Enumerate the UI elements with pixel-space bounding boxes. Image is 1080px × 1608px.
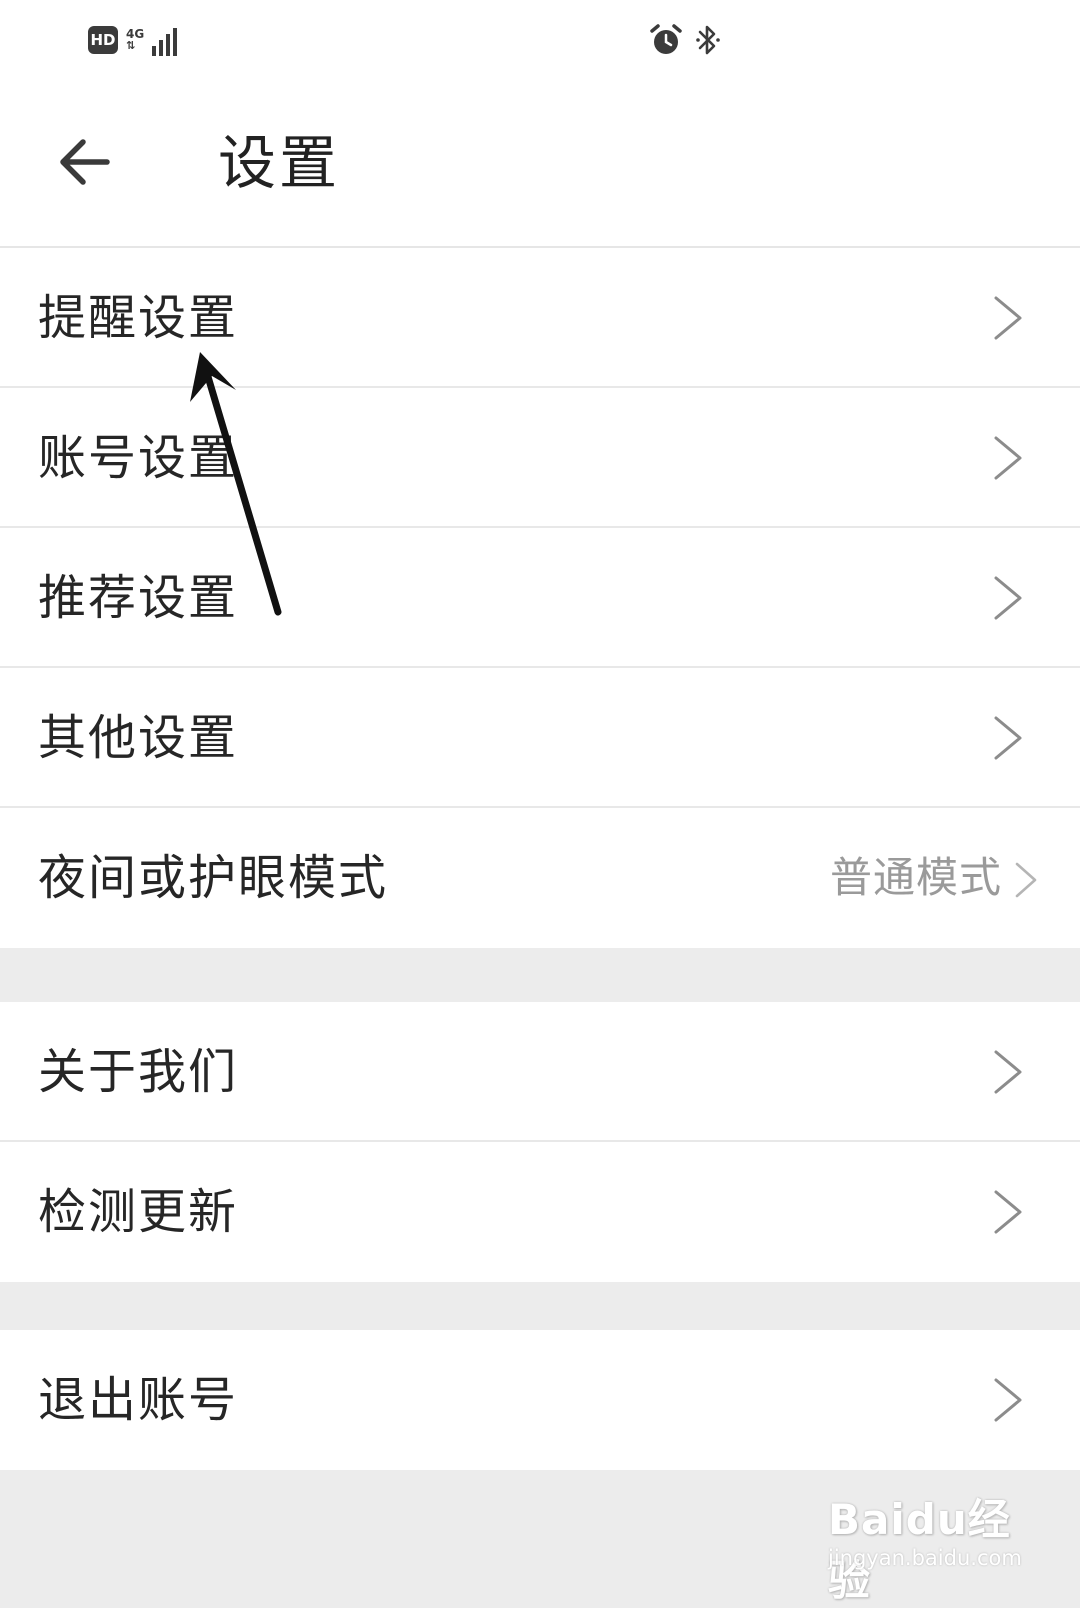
chevron-right-icon <box>994 436 1022 480</box>
network-indicator: 4G ⇅ <box>126 28 144 52</box>
page-title: 设置 <box>218 129 341 197</box>
back-arrow-icon <box>60 139 110 185</box>
signal-icon <box>152 24 178 56</box>
data-arrows-icon: ⇅ <box>126 39 136 52</box>
status-bar: HD 4G ⇅ <box>0 0 1080 82</box>
watermark-url: jingyan.baidu.com <box>828 1546 1022 1570</box>
status-left: HD 4G ⇅ <box>88 24 178 56</box>
row-recommend-settings[interactable]: 推荐设置 <box>0 528 1080 668</box>
status-right <box>648 22 722 58</box>
row-label: 账号设置 <box>38 430 239 486</box>
settings-group-main: 提醒设置 账号设置 推荐设置 其他设置 夜间或护眼模式 普通模式 <box>0 248 1080 948</box>
row-logout[interactable]: 退出账号 <box>0 1330 1080 1470</box>
chevron-right-icon <box>1015 862 1037 898</box>
row-label: 推荐设置 <box>38 570 239 626</box>
row-label: 检测更新 <box>38 1184 239 1240</box>
chevron-right-icon <box>994 296 1022 340</box>
alarm-icon <box>650 24 682 54</box>
row-check-update[interactable]: 检测更新 <box>0 1142 1080 1282</box>
app-header: 设置 <box>0 82 1080 248</box>
bluetooth-icon <box>696 25 720 55</box>
row-label: 提醒设置 <box>38 290 239 346</box>
chevron-right-icon <box>994 1050 1022 1094</box>
night-mode-value: 普通模式 <box>829 853 1002 902</box>
row-reminder-settings[interactable]: 提醒设置 <box>0 248 1080 388</box>
chevron-right-icon <box>994 716 1022 760</box>
row-label: 夜间或护眼模式 <box>38 850 389 906</box>
chevron-right-icon <box>994 576 1022 620</box>
watermark-brand: Baidu经验 <box>828 1495 1011 1605</box>
chevron-right-icon <box>994 1378 1022 1422</box>
hd-badge: HD <box>88 26 118 54</box>
back-button[interactable] <box>54 132 114 192</box>
settings-group-logout: 退出账号 <box>0 1330 1080 1470</box>
row-label: 退出账号 <box>38 1372 239 1428</box>
row-about-us[interactable]: 关于我们 <box>0 1002 1080 1142</box>
row-other-settings[interactable]: 其他设置 <box>0 668 1080 808</box>
settings-group-about: 关于我们 检测更新 <box>0 1002 1080 1282</box>
baidu-watermark: Baidu经验 jingyan.baidu.com <box>828 1486 1028 1605</box>
row-label: 其他设置 <box>38 710 239 766</box>
row-account-settings[interactable]: 账号设置 <box>0 388 1080 528</box>
row-label: 关于我们 <box>38 1044 239 1100</box>
row-night-mode[interactable]: 夜间或护眼模式 普通模式 <box>0 808 1080 948</box>
chevron-right-icon <box>994 1190 1022 1234</box>
